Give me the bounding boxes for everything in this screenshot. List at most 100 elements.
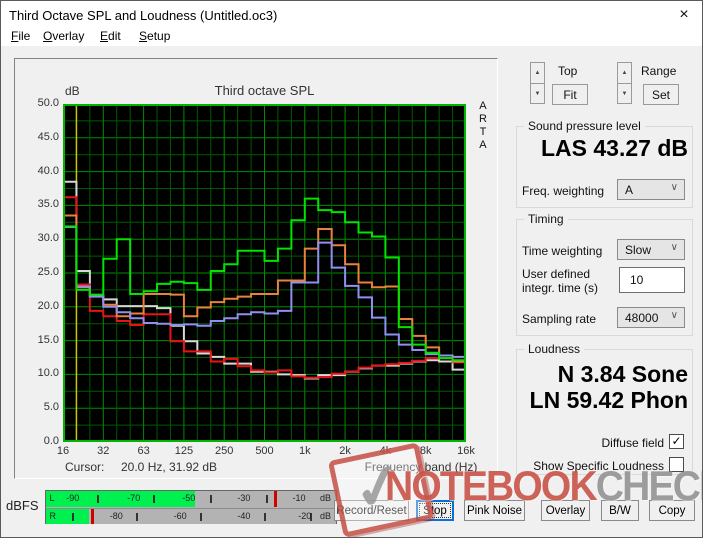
y-axis-tick: 35.0	[37, 198, 59, 211]
check-icon: ✓	[671, 434, 682, 448]
integr-time-input[interactable]: 10	[619, 267, 685, 293]
meter-tick	[199, 513, 202, 521]
top-spinner: ▲ ▼	[530, 62, 545, 104]
x-axis-label: Frequency band (Hz)	[364, 460, 478, 474]
meter-peak-marker	[273, 491, 277, 507]
arta-logo-text: A R T A	[479, 100, 487, 151]
record-reset-button[interactable]: Record/Reset	[334, 500, 409, 521]
meter-scale-label: -70	[127, 493, 141, 503]
meter-tick	[135, 513, 138, 521]
chart-title: Third octave SPL	[214, 83, 315, 98]
copy-button[interactable]: Copy	[649, 500, 695, 521]
meter-tick	[153, 495, 156, 503]
sampling-rate-label: Sampling rate	[522, 312, 597, 326]
meter-tick	[209, 495, 212, 503]
y-axis-tick: 45.0	[37, 130, 59, 143]
bw-button[interactable]: B/W	[601, 500, 639, 521]
timing-group-label: Timing	[524, 212, 568, 226]
time-weighting-select[interactable]: Slow ∨	[617, 239, 685, 260]
meter-channel-label: R	[49, 511, 56, 521]
show-specific-loudness-checkbox[interactable]	[669, 457, 684, 472]
window-title: Third Octave SPL and Loudness (Untitled.…	[9, 8, 278, 23]
top-spin-down-icon[interactable]: ▼	[530, 83, 545, 104]
freq-weighting-select[interactable]: A ∨	[617, 179, 685, 200]
x-axis-tick: 4k	[379, 445, 392, 457]
range-spin-up-icon[interactable]: ▲	[617, 62, 632, 83]
spl-value: LAS 43.27 dB	[541, 135, 688, 161]
meter-tick	[266, 495, 269, 503]
loudness-group-label: Loudness	[524, 342, 585, 356]
meter-tick	[96, 495, 99, 503]
range-label: Range	[641, 64, 677, 78]
meter-scale-label: -40	[237, 511, 251, 521]
plot-canvas[interactable]	[63, 104, 466, 442]
integr-time-label-line2: integr. time (s)	[522, 281, 599, 295]
chevron-down-icon: ∨	[670, 182, 678, 193]
range-spinner: ▲ ▼	[617, 62, 632, 104]
meter-scale-label: -60	[173, 511, 187, 521]
y-axis-tick: 5.0	[43, 401, 59, 414]
arta-spl-window: Third Octave SPL and Loudness (Untitled.…	[0, 0, 703, 538]
menu-bar: File Overlay Edit Setup	[1, 29, 702, 46]
x-axis-tick: 250	[215, 445, 234, 457]
x-axis-tick: 8k	[419, 445, 432, 457]
diffuse-field-checkbox[interactable]: ✓	[669, 434, 684, 449]
set-button[interactable]: Set	[643, 84, 679, 105]
diffuse-field-label: Diffuse field	[601, 436, 664, 450]
top-label: Top	[558, 64, 578, 78]
x-axis-tick: 125	[174, 445, 194, 457]
time-weighting-label: Time weighting	[522, 244, 603, 258]
integr-time-label-line1: User defined	[522, 267, 591, 281]
meter-scale-label: -90	[66, 493, 80, 503]
close-icon[interactable]: ×	[673, 5, 695, 25]
loudness-phon-value: LN 59.42 Phon	[529, 387, 688, 413]
chevron-down-icon: ∨	[670, 310, 678, 321]
meter-scale-label: -30	[237, 493, 251, 503]
y-axis-tick: 40.0	[37, 164, 59, 177]
sampling-rate-value: 48000	[625, 310, 659, 325]
y-axis-tick: 15.0	[37, 333, 59, 346]
cursor-readout-value: 20.0 Hz, 31.92 dB	[121, 460, 218, 474]
meter-channel-l: L -90 -70 -50 -30 -10 dB	[46, 491, 336, 507]
pink-noise-button[interactable]: Pink Noise	[464, 500, 525, 521]
meter-scale-label: dB	[320, 511, 332, 521]
integr-time-value: 10	[630, 273, 644, 287]
x-axis-tick: 32	[97, 445, 110, 457]
y-axis-tick: 25.0	[37, 266, 59, 278]
sampling-rate-select[interactable]: 48000 ∨	[617, 307, 685, 328]
menu-file[interactable]: File	[7, 29, 34, 46]
top-spin-up-icon[interactable]: ▲	[530, 62, 545, 83]
meter-scale-label: -50	[182, 493, 196, 503]
dbfs-label: dBFS	[6, 498, 39, 513]
meter-scale-label: dB	[320, 493, 332, 503]
x-axis-tick: 500	[255, 445, 274, 457]
meter-channel-label: L	[49, 493, 55, 503]
cursor-readout-label: Cursor:	[65, 460, 105, 474]
meter-tick	[72, 513, 75, 521]
meter-channel-r: R -80 -60 -40 -20 dB	[46, 508, 336, 524]
spl-plot[interactable]	[63, 104, 466, 442]
y-axis-tick: 50.0	[37, 97, 59, 109]
menu-overlay[interactable]: Overlay	[39, 29, 88, 46]
x-axis-tick: 63	[137, 445, 150, 457]
freq-weighting-label: Freq. weighting	[522, 184, 605, 198]
stop-button[interactable]: Stop	[416, 500, 454, 521]
menu-setup[interactable]: Setup	[135, 29, 174, 46]
loudness-sone-value: N 3.84 Sone	[557, 361, 688, 387]
x-axis-tick: 16k	[457, 445, 475, 457]
meter-peak-marker	[90, 509, 94, 524]
x-axis-tick: 16	[56, 445, 70, 457]
meter-scale-label: -20	[298, 511, 312, 521]
spl-group-label: Sound pressure level	[524, 119, 645, 133]
overlay-button[interactable]: Overlay	[541, 500, 590, 521]
freq-weighting-value: A	[625, 182, 634, 197]
level-meter: L -90 -70 -50 -30 -10 dB R -80 -60 -40 -20 dB	[45, 490, 337, 524]
show-specific-loudness-label: Show Specific Loudness	[533, 459, 664, 473]
fit-button[interactable]: Fit	[552, 84, 588, 105]
meter-scale-label: -10	[292, 493, 306, 503]
y-axis-tick: 30.0	[37, 232, 59, 245]
x-axis-tick: 2k	[339, 445, 351, 457]
range-spin-down-icon[interactable]: ▼	[617, 83, 632, 104]
x-axis-tick: 1k	[298, 445, 311, 457]
menu-edit[interactable]: Edit	[96, 29, 125, 46]
